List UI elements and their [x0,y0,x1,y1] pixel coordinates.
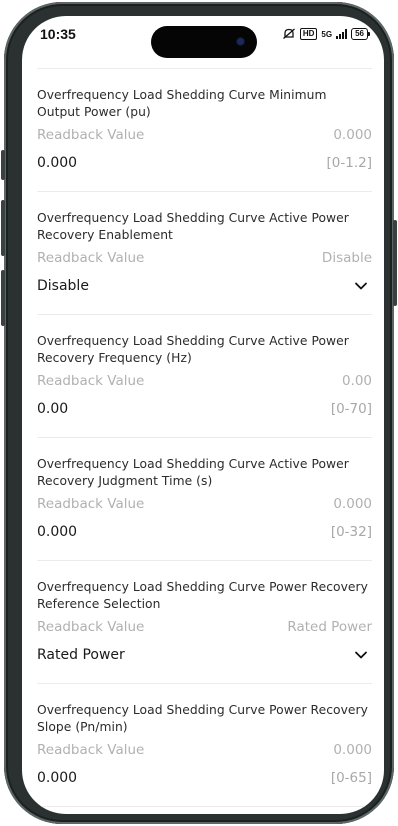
range-hint: [0-65] [330,770,372,786]
item-title: Overfrequency Load Shedding Curve Minimu… [37,88,327,119]
enablement-dropdown[interactable]: Disable [37,278,372,294]
readback-row: Readback Value 0.00 [37,373,372,389]
item-title: Overfrequency Load Shedding Curve Power … [37,703,368,734]
readback-row: Readback Value 0.000 [37,496,372,512]
readback-value: 0.000 [333,496,372,512]
range-hint: [0-1.2] [326,155,372,171]
value-input[interactable]: 0.000 [0-1.2] [37,155,372,171]
item-title: Overfrequency Load Shedding Curve Active… [37,211,349,242]
value-field[interactable]: 0.000 [37,524,77,540]
readback-row: Readback Value Disable [37,250,372,266]
reference-dropdown[interactable]: Rated Power [37,647,372,663]
list-item: Overfrequency Load Shedding Curve Active… [37,192,372,315]
readback-row: Readback Value 0.000 [37,742,372,758]
value-input[interactable]: 0.000 [0-32] [37,524,372,540]
list-item: Overfrequency Load Shedding Curve Active… [37,438,372,561]
list-item: Overfrequency Load Shedding Curve Minimu… [37,69,372,192]
side-button [1,150,5,180]
readback-row: Readback Value 0.000 [37,127,372,143]
camera-icon [237,38,244,45]
side-button [1,200,5,256]
dropdown-value[interactable]: Rated Power [37,647,125,663]
value-input[interactable]: 0.00 [0-70] [37,401,372,417]
readback-row: Readback Value Rated Power [37,619,372,635]
range-hint: [0-32] [330,524,372,540]
status-bar: 10:35 HD 5G 56 [22,16,384,60]
range-hint: [0-70] [330,401,372,417]
readback-label: Readback Value [37,742,145,758]
battery-level: 56 [355,29,364,38]
list-item: Overfrequency Load Shedding Curve Power … [37,684,372,807]
chevron-down-icon[interactable] [354,648,368,662]
network-label: 5G [321,29,333,39]
settings-list[interactable]: Overfrequency Load Shedding Curve Minimu… [22,68,384,807]
readback-label: Readback Value [37,127,145,143]
readback-value: 0.000 [333,127,372,143]
item-title: Overfrequency Load Shedding Curve Power … [37,580,368,611]
readback-label: Readback Value [37,373,145,389]
battery-icon: 56 [351,28,370,40]
mute-bell-icon [282,28,295,39]
hd-badge: HD [299,28,318,40]
signal-icon [336,29,348,39]
readback-value: Rated Power [287,619,372,635]
readback-label: Readback Value [37,619,145,635]
screen: 10:35 HD 5G 56 Overfrequency Load Sheddi… [22,16,384,814]
status-icons: HD 5G 56 [282,28,370,40]
item-title: Overfrequency Load Shedding Curve Active… [37,457,349,488]
dropdown-value[interactable]: Disable [37,278,89,294]
readback-label: Readback Value [37,496,145,512]
value-input[interactable]: 0.000 [0-65] [37,770,372,786]
readback-label: Readback Value [37,250,145,266]
side-button [1,270,5,326]
readback-value: 0.00 [341,373,372,389]
list-item: Overfrequency Load Shedding Curve Active… [37,315,372,438]
phone-frame: 10:35 HD 5G 56 Overfrequency Load Sheddi… [1,2,397,824]
item-title: Overfrequency Load Shedding Curve Active… [37,334,349,365]
readback-value: 0.000 [333,742,372,758]
value-field[interactable]: 0.000 [37,155,77,171]
side-button [393,220,397,306]
readback-value: Disable [321,250,372,266]
dynamic-island [151,26,257,58]
status-time: 10:35 [40,26,76,42]
chevron-down-icon[interactable] [354,279,368,293]
value-field[interactable]: 0.00 [37,401,68,417]
list-item: Overfrequency Load Shedding Curve Power … [37,561,372,684]
value-field[interactable]: 0.000 [37,770,77,786]
